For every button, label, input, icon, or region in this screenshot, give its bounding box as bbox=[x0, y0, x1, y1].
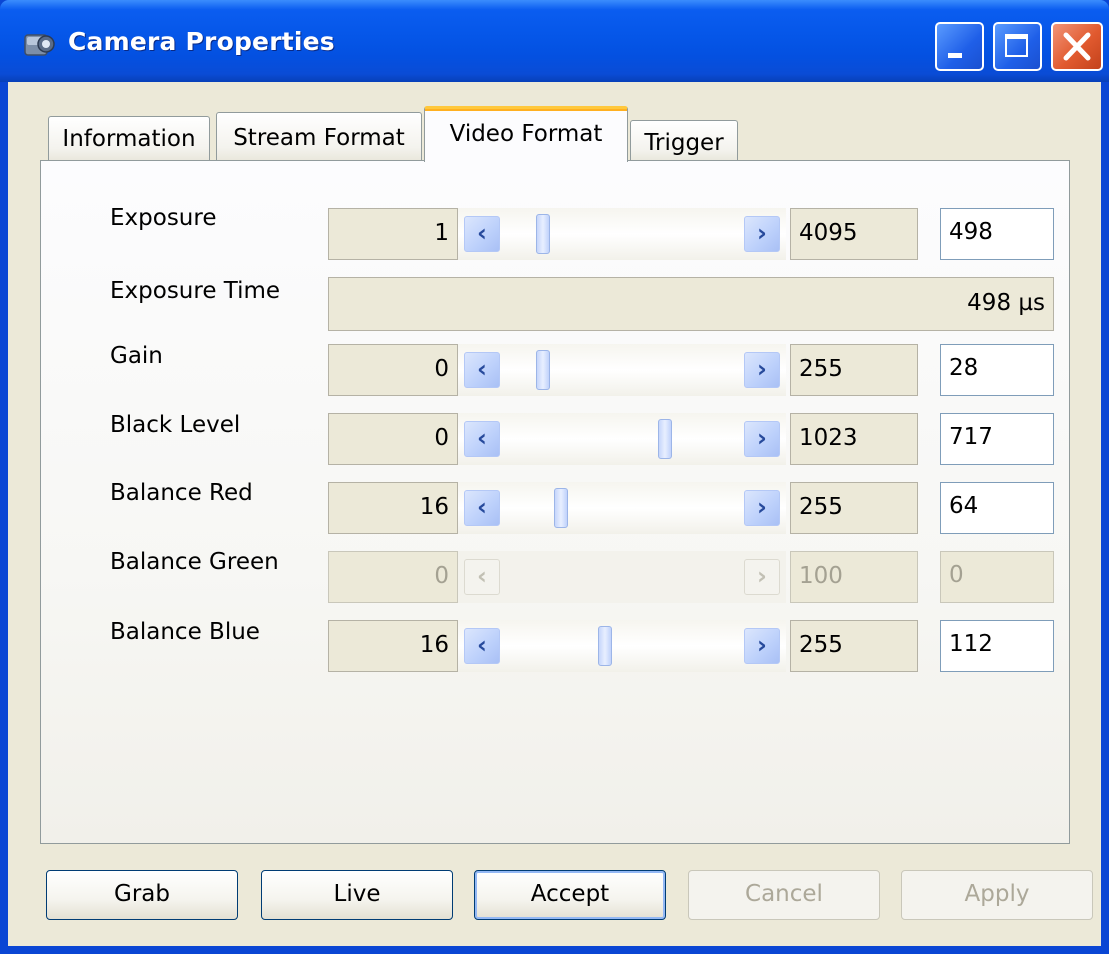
balance-red-max: 255 bbox=[790, 482, 918, 534]
gain-max: 255 bbox=[790, 344, 918, 396]
balance-blue-slider[interactable]: ‹ › bbox=[458, 620, 786, 672]
black-level-slider[interactable]: ‹ › bbox=[458, 413, 786, 465]
balance-blue-slider-thumb[interactable] bbox=[598, 626, 612, 666]
balance-red-value-input[interactable]: 64 bbox=[940, 482, 1054, 534]
close-button[interactable] bbox=[1051, 22, 1103, 71]
exposure-value-input[interactable]: 498 bbox=[940, 208, 1054, 260]
accept-button[interactable]: Accept bbox=[474, 870, 666, 920]
maximize-button[interactable] bbox=[993, 22, 1042, 71]
black-level-value-input[interactable]: 717 bbox=[940, 413, 1054, 465]
balance-green-label: Balance Green bbox=[110, 549, 279, 575]
balance-green-slider: ‹ › bbox=[458, 551, 786, 603]
chevron-right-icon: › bbox=[744, 559, 780, 595]
video-format-panel: Exposure 1 ‹ › 4095 498 Exposure Time 49… bbox=[40, 160, 1070, 844]
balance-blue-min: 16 bbox=[328, 620, 458, 672]
chevron-left-icon[interactable]: ‹ bbox=[464, 352, 500, 388]
camera-properties-window: Camera Properties Information Stream For… bbox=[0, 0, 1109, 954]
chevron-right-icon[interactable]: › bbox=[744, 628, 780, 664]
exposure-slider[interactable]: ‹ › bbox=[458, 208, 786, 260]
minimize-button[interactable] bbox=[935, 22, 984, 71]
balance-green-value-input: 0 bbox=[940, 551, 1054, 603]
chevron-right-icon[interactable]: › bbox=[744, 490, 780, 526]
tab-stream-format-label: Stream Format bbox=[233, 125, 405, 151]
title-bar[interactable]: Camera Properties bbox=[0, 0, 1109, 82]
chevron-left-icon[interactable]: ‹ bbox=[464, 216, 500, 252]
tab-information[interactable]: Information bbox=[48, 116, 210, 162]
window-title: Camera Properties bbox=[68, 27, 335, 56]
camera-icon bbox=[24, 34, 55, 56]
balance-red-label: Balance Red bbox=[110, 480, 253, 506]
balance-green-max: 100 bbox=[790, 551, 918, 603]
dialog-client-area: Information Stream Format Video Format T… bbox=[8, 82, 1101, 946]
gain-label: Gain bbox=[110, 343, 163, 369]
balance-red-slider[interactable]: ‹ › bbox=[458, 482, 786, 534]
black-level-min: 0 bbox=[328, 413, 458, 465]
tab-stream-format[interactable]: Stream Format bbox=[216, 112, 422, 162]
chevron-left-icon: ‹ bbox=[464, 559, 500, 595]
close-icon bbox=[1063, 32, 1091, 61]
chevron-right-icon[interactable]: › bbox=[744, 352, 780, 388]
grab-button[interactable]: Grab bbox=[46, 870, 238, 920]
exposure-slider-thumb[interactable] bbox=[536, 214, 550, 254]
chevron-right-icon[interactable]: › bbox=[744, 216, 780, 252]
gain-slider-thumb[interactable] bbox=[536, 350, 550, 390]
exposure-max: 4095 bbox=[790, 208, 918, 260]
black-level-max: 1023 bbox=[790, 413, 918, 465]
apply-button: Apply bbox=[901, 870, 1093, 920]
exposure-min: 1 bbox=[328, 208, 458, 260]
tab-video-format[interactable]: Video Format bbox=[424, 106, 628, 162]
black-level-slider-thumb[interactable] bbox=[658, 419, 672, 459]
cancel-button: Cancel bbox=[688, 870, 880, 920]
gain-value-input[interactable]: 28 bbox=[940, 344, 1054, 396]
tab-information-label: Information bbox=[62, 126, 196, 152]
balance-blue-max: 255 bbox=[790, 620, 918, 672]
exposure-label: Exposure bbox=[110, 205, 217, 231]
balance-blue-value-input[interactable]: 112 bbox=[940, 620, 1054, 672]
balance-red-min: 16 bbox=[328, 482, 458, 534]
exposure-time-label: Exposure Time bbox=[110, 278, 281, 304]
tab-trigger[interactable]: Trigger bbox=[630, 120, 738, 162]
balance-green-min: 0 bbox=[328, 551, 458, 603]
chevron-left-icon[interactable]: ‹ bbox=[464, 490, 500, 526]
balance-red-slider-thumb[interactable] bbox=[554, 488, 568, 528]
tab-video-format-label: Video Format bbox=[449, 121, 603, 147]
exposure-time-value: 498 µs bbox=[328, 277, 1054, 331]
gain-min: 0 bbox=[328, 344, 458, 396]
chevron-left-icon[interactable]: ‹ bbox=[464, 628, 500, 664]
live-button[interactable]: Live bbox=[261, 870, 453, 920]
black-level-label: Black Level bbox=[110, 412, 241, 438]
chevron-right-icon[interactable]: › bbox=[744, 421, 780, 457]
chevron-left-icon[interactable]: ‹ bbox=[464, 421, 500, 457]
balance-blue-label: Balance Blue bbox=[110, 619, 260, 645]
tab-trigger-label: Trigger bbox=[644, 130, 724, 156]
gain-slider[interactable]: ‹ › bbox=[458, 344, 786, 396]
